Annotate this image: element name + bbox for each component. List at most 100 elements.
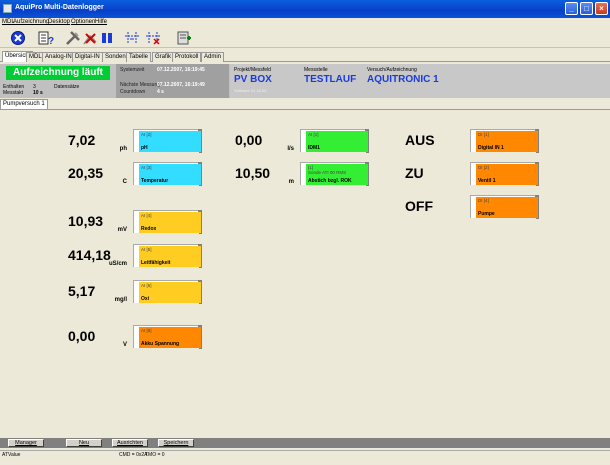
channel-id: AI [1] bbox=[308, 132, 319, 137]
channel-label: DI [2] Ventil 1 bbox=[476, 164, 538, 185]
measurement-redox[interactable]: 10,93 mV AI [4] Redox bbox=[68, 210, 202, 234]
probe-id: Sonde ATI 00 RMS bbox=[308, 170, 347, 175]
value: 10,50 bbox=[235, 165, 271, 181]
measurement-oxi[interactable]: 5,17 mg/l AI [6] Oxi bbox=[68, 280, 202, 304]
countdown-label: Countdown bbox=[120, 89, 146, 95]
messtakt-label: Messtakt bbox=[3, 90, 24, 96]
title-bar: AquiPro Multi-Datenlogger _ □ × bbox=[0, 0, 610, 18]
manager-button[interactable]: Manager bbox=[8, 439, 44, 447]
digital-pumpe[interactable]: OFF DI [4] Pumpe bbox=[405, 195, 539, 219]
value: 10,93 bbox=[68, 213, 104, 229]
channel-name: Abstich bzgl. ROK bbox=[308, 178, 352, 184]
channel-name: Oxi bbox=[141, 296, 150, 302]
channel-id: DI [1] bbox=[478, 132, 489, 137]
pause-icon[interactable] bbox=[99, 30, 115, 46]
channels-icon[interactable] bbox=[124, 30, 140, 46]
unit: mV bbox=[117, 227, 127, 233]
measurement-idm1[interactable]: 0,00 l/s AI [1] IDM1 bbox=[235, 129, 369, 153]
channel-label: AI [5] Leitfähigkeit bbox=[139, 246, 201, 267]
app-icon bbox=[3, 4, 12, 13]
tab-analog-in[interactable]: Analog-IN bbox=[42, 52, 75, 62]
value: 414,18 bbox=[68, 247, 111, 263]
menu-optionen[interactable]: Optionen bbox=[71, 19, 95, 25]
tab-grafik[interactable]: Grafik bbox=[152, 52, 175, 62]
stop-icon[interactable] bbox=[10, 30, 26, 46]
unit: mg/l bbox=[114, 297, 127, 303]
channel-name: Temperatur bbox=[141, 178, 169, 184]
unit: V bbox=[122, 342, 127, 348]
svg-text:?: ? bbox=[48, 36, 54, 46]
channel-name: IDM1 bbox=[308, 145, 320, 151]
channel-label: AI [8] Akku Spannung bbox=[139, 327, 201, 348]
unit: l/s bbox=[287, 146, 294, 152]
datensaetze-label: Datensätze bbox=[54, 84, 80, 90]
menu-hilfe[interactable]: Hilfe bbox=[95, 19, 107, 25]
measurement-panel: 7,02 ph AI [2] pH 20,35 C AI [3] Tempera… bbox=[0, 109, 610, 436]
countdown-value: 4 s bbox=[157, 89, 164, 95]
projekt-label: Projekt/Messfeld bbox=[234, 67, 271, 73]
channel-id: AI [8] bbox=[141, 328, 152, 333]
tab-bar: Übersicht MDL Analog-IN Digital-IN Sonde… bbox=[0, 51, 610, 62]
digital-ventil-1[interactable]: ZU DI [2] Ventil 1 bbox=[405, 162, 539, 186]
channel-label: AI [6] Oxi bbox=[139, 282, 201, 303]
ausrichten-button[interactable]: Ausrichten bbox=[112, 439, 148, 447]
speichern-button[interactable]: Speichern bbox=[158, 439, 194, 447]
subtab-pumpversuch[interactable]: Pumpversuch 1 bbox=[0, 99, 48, 109]
channel-name: Leitfähigkeit bbox=[141, 260, 171, 266]
status-tmo: TMO = 0 bbox=[145, 452, 165, 458]
channel-name: Redox bbox=[141, 226, 157, 232]
channel-id: AI [2] bbox=[141, 132, 152, 137]
measurement-temperatur[interactable]: 20,35 C AI [3] Temperatur bbox=[68, 162, 202, 186]
tools-icon[interactable] bbox=[65, 30, 81, 46]
channel-label: AI [3] Temperatur bbox=[139, 164, 201, 185]
systemzeit-value: 07.12.2007, 16:19:45 bbox=[157, 67, 205, 73]
neu-button[interactable]: Neu bbox=[66, 439, 102, 447]
channel-name: Pumpe bbox=[478, 211, 495, 217]
channel-id: AI [5] bbox=[141, 247, 152, 252]
menu-aufzeichnung[interactable]: Aufzeichnung bbox=[13, 19, 49, 25]
naechste-label: Nächste Messung bbox=[120, 82, 161, 88]
software-version: Software 01.18.00 bbox=[234, 88, 267, 93]
unit: C bbox=[122, 179, 127, 185]
naechste-value: 07.12.2007, 16:19:49 bbox=[157, 82, 205, 88]
menu-desktop[interactable]: Desktop bbox=[48, 19, 70, 25]
channel-label: DI [4] Pumpe bbox=[476, 197, 538, 218]
tab-sonden[interactable]: Sonden bbox=[102, 52, 129, 62]
digital-in-1[interactable]: AUS DI [1] Digital IN 1 bbox=[405, 129, 539, 153]
channel-id: DI [4] bbox=[478, 198, 489, 203]
measurement-leitfaehigkeit[interactable]: 414,18 uS/cm AI [5] Leitfähigkeit bbox=[68, 244, 202, 268]
tab-digital-in[interactable]: Digital-IN bbox=[72, 52, 103, 62]
tab-protokoll[interactable]: Protokoll bbox=[172, 52, 202, 62]
channel-id: AI [6] bbox=[141, 283, 152, 288]
channel-id: DI [2] bbox=[478, 165, 489, 170]
measurement-ph[interactable]: 7,02 ph AI [2] pH bbox=[68, 129, 202, 153]
recording-status: Aufzeichnung läuft bbox=[6, 66, 110, 80]
value: 20,35 bbox=[68, 165, 104, 181]
export-icon[interactable] bbox=[176, 30, 192, 46]
value: OFF bbox=[405, 198, 433, 214]
systemzeit-label: Systemzeit bbox=[120, 67, 145, 73]
maximize-button[interactable]: □ bbox=[580, 2, 593, 15]
minimize-button[interactable]: _ bbox=[565, 2, 578, 15]
delete-graph-icon[interactable] bbox=[82, 30, 98, 46]
channel-label: AI [2] pH bbox=[139, 131, 201, 152]
tab-tabelle[interactable]: Tabelle bbox=[126, 52, 152, 62]
value: 0,00 bbox=[68, 328, 96, 344]
measurement-akku[interactable]: 0,00 V AI [8] Akku Spannung bbox=[68, 325, 202, 349]
delete-channels-icon[interactable] bbox=[145, 30, 161, 46]
value: AUS bbox=[405, 132, 435, 148]
channel-name: pH bbox=[141, 145, 148, 151]
value: ZU bbox=[405, 165, 424, 181]
status-bar: ATValue CMD = 0x2A TMO = 0 bbox=[0, 450, 610, 459]
config-icon[interactable]: ? bbox=[38, 30, 54, 46]
channel-name: Ventil 1 bbox=[478, 178, 496, 184]
measurement-abstich[interactable]: 10,50 m [1] Sonde ATI 00 RMS Abstich bzg… bbox=[235, 162, 369, 186]
value: 5,17 bbox=[68, 283, 96, 299]
channel-name: Digital IN 1 bbox=[478, 145, 504, 151]
channel-label: AI [1] IDM1 bbox=[306, 131, 368, 152]
close-button[interactable]: × bbox=[595, 2, 608, 15]
tab-admin[interactable]: Admin bbox=[201, 52, 225, 62]
toolbar: ? bbox=[0, 28, 610, 48]
unit: ph bbox=[119, 146, 127, 152]
channel-id: AI [4] bbox=[141, 213, 152, 218]
